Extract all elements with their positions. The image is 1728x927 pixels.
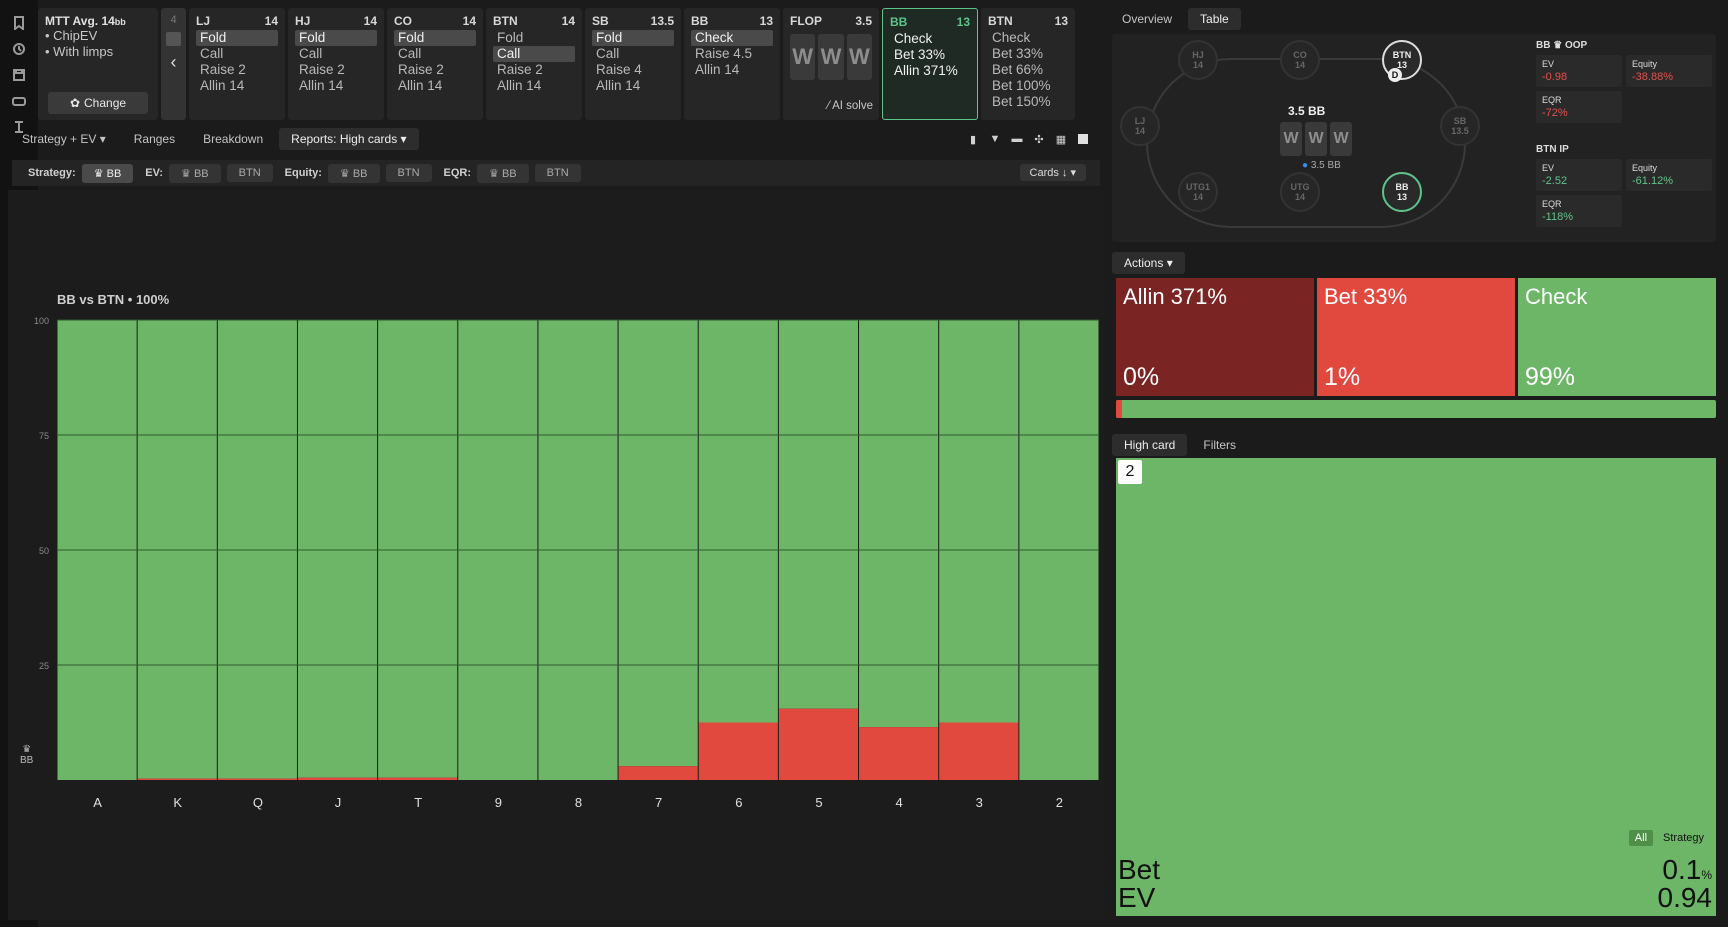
y-tick-label: 75 — [39, 431, 49, 441]
bar-bet — [618, 766, 698, 780]
view-toggle: All Strategy — [1628, 830, 1710, 846]
poker-table: HJ 14 CO 14 BTN 13 LJ 14 SB 13.5 UTG1 14 UTG 14 BB 13 D… — [1112, 34, 1716, 242]
bar-bet — [859, 727, 939, 780]
bar-bet — [698, 722, 778, 780]
x-tick-label: K — [173, 795, 182, 810]
x-tick-label: A — [93, 795, 102, 810]
y-axis-label: ♛ BB — [20, 744, 34, 766]
bar-check — [618, 320, 698, 767]
tab-filters[interactable]: Filters — [1191, 434, 1248, 456]
y-tick-label: 50 — [39, 546, 49, 556]
bar-bet — [217, 778, 297, 780]
seat-utg1: UTG1 14 — [1178, 172, 1218, 212]
x-tick-label: J — [335, 795, 342, 810]
bar-check — [859, 320, 939, 728]
action-box-1[interactable]: Bet 33% 1% — [1317, 278, 1515, 396]
bar-check — [939, 320, 1019, 723]
board-card: W — [1280, 122, 1302, 156]
seat-sb: SB 13.5 — [1440, 106, 1480, 146]
bar-bet — [137, 778, 217, 780]
pot-chip-label: ● 3.5 BB — [1302, 160, 1341, 171]
bar-check — [378, 320, 458, 778]
bb-ev: EV -0.98 — [1536, 55, 1622, 87]
x-tick-label: 8 — [575, 795, 582, 810]
bar-check — [217, 320, 297, 779]
table-board: W W W — [1280, 122, 1352, 156]
btn-ev: EV -2.52 — [1536, 159, 1622, 191]
bar-check — [137, 320, 217, 779]
seat-lj: LJ 14 — [1120, 106, 1160, 146]
detail-tabs: High card Filters — [1112, 434, 1248, 456]
dealer-button: D — [1388, 68, 1402, 82]
app-root: MTT Avg. 14bb • ChipEV • With limps ✿ Cha… — [0, 0, 1728, 927]
bar-bet — [378, 777, 458, 780]
bar-check — [698, 320, 778, 723]
card-detail-cell[interactable]: 2 All Strategy Bet 0.1% EV 0.94 — [1116, 458, 1716, 916]
card-badge: 2 — [1118, 460, 1142, 484]
seat-utg: UTG 14 — [1280, 172, 1320, 212]
btn-eqr: EQR -118% — [1536, 195, 1622, 227]
x-tick-label: 6 — [735, 795, 742, 810]
seat-bb: BB 13 — [1382, 172, 1422, 212]
board-card: W — [1330, 122, 1352, 156]
toggle-strategy[interactable]: Strategy — [1657, 830, 1710, 846]
seat-co: CO 14 — [1280, 40, 1320, 80]
bb-eqr: EQR -72% — [1536, 91, 1622, 123]
tab-overview[interactable]: Overview — [1110, 8, 1184, 30]
x-tick-label: 3 — [976, 795, 983, 810]
seat-hj: HJ 14 — [1178, 40, 1218, 80]
ev-label: EV — [1118, 882, 1156, 913]
bet-frequency-fill — [1116, 400, 1122, 418]
chip-icon: ● — [1302, 160, 1309, 171]
crown-icon: ♛ — [22, 744, 32, 755]
tab-table[interactable]: Table — [1188, 8, 1241, 30]
x-tick-label: T — [414, 795, 422, 810]
right-tabs: Overview Table — [1110, 8, 1241, 30]
x-tick-label: 7 — [655, 795, 662, 810]
action-frequency-bar — [1116, 400, 1716, 418]
y-tick-label: 25 — [39, 661, 49, 671]
action-box-2[interactable]: Check 99% — [1518, 278, 1716, 396]
btn-equity: Equity -61.12% — [1626, 159, 1712, 191]
x-tick-label: 9 — [495, 795, 502, 810]
y-tick-label: 100 — [34, 316, 49, 326]
bar-bet — [778, 708, 859, 780]
x-tick-label: 5 — [815, 795, 822, 810]
bar-check — [297, 320, 378, 778]
btn-stats: BTN IP EV -2.52 Equity -61.12% EQR -118% — [1536, 144, 1712, 227]
x-tick-label: 2 — [1056, 795, 1063, 810]
high-card-chart: A K Q J T 9 8 7 6 5 4 3 2 100 75 50 25 — [34, 316, 1099, 810]
pot-size: 3.5 BB — [1288, 104, 1326, 118]
toggle-all[interactable]: All — [1628, 830, 1654, 846]
bar-bet — [297, 777, 378, 780]
bb-stats: BB ♛ OOP EV -0.98 Equity -38.88% EQR -72% — [1536, 40, 1712, 123]
actions-dropdown[interactable]: Actions ▾ — [1112, 252, 1185, 274]
x-tick-label: Q — [253, 795, 263, 810]
x-tick-label: 4 — [895, 795, 902, 810]
action-box-0[interactable]: Allin 371% 0% — [1116, 278, 1314, 396]
bb-equity: Equity -38.88% — [1626, 55, 1712, 87]
bar-check — [778, 320, 859, 709]
tab-high-card[interactable]: High card — [1112, 434, 1188, 456]
board-card: W — [1305, 122, 1327, 156]
bar-bet — [939, 722, 1019, 780]
ev-value: 0.94 — [1657, 882, 1713, 913]
